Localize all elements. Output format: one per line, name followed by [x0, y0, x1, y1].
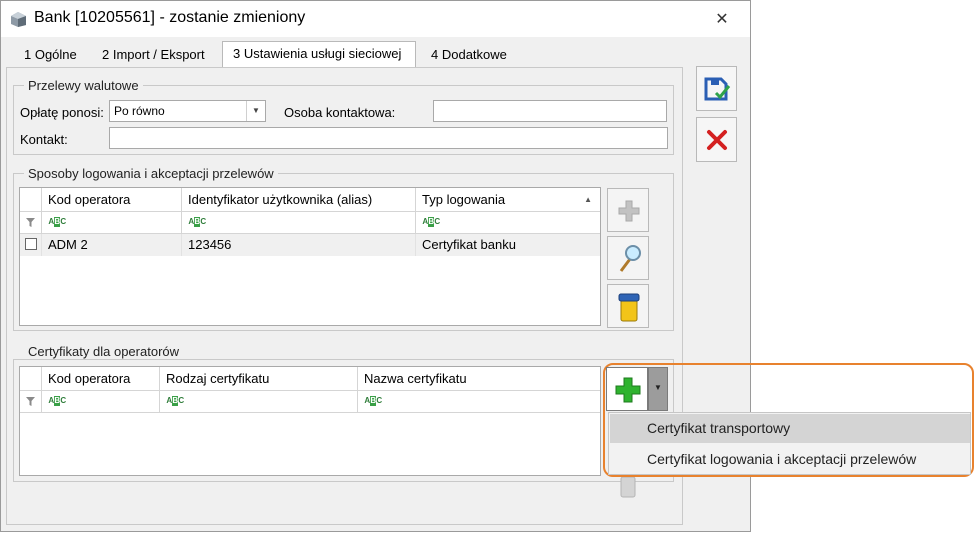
table-row-login-type[interactable]: Certyfikat banku: [416, 234, 600, 256]
abc-filter-icon: ABC: [422, 217, 440, 227]
abc-filter-icon: ABC: [364, 396, 382, 406]
abc-filter-icon: ABC: [48, 396, 66, 406]
login-methods-title: Sposoby logowania i akceptacji przelewów: [24, 166, 278, 181]
close-red-x-icon: [707, 130, 727, 150]
contact-label: Kontakt:: [20, 132, 68, 147]
cancel-button[interactable]: [696, 117, 737, 162]
table-row-checkbox-cell: [20, 234, 42, 256]
window-title: Bank [10205561] - zostanie zmieniony: [34, 9, 306, 26]
magnifier-icon: [619, 245, 641, 272]
currency-transfers-title: Przelewy walutowe: [24, 78, 143, 93]
chevron-down-icon[interactable]: ▼: [246, 101, 265, 121]
filter-cert-name[interactable]: ABC: [358, 391, 600, 413]
filter-operator-code[interactable]: ABC: [42, 212, 182, 234]
abc-filter-icon: ABC: [48, 217, 66, 227]
fee-select-value: Po równo: [114, 104, 165, 118]
contact-person-label: Osoba kontaktowa:: [284, 105, 396, 120]
title-bar: Bank [10205561] - zostanie zmieniony ✕: [1, 1, 750, 37]
plus-icon: [618, 200, 640, 222]
filter-cert-type[interactable]: ABC: [160, 391, 358, 413]
certificate-type-menu: Certyfikat transportowy Certyfikat logow…: [608, 412, 971, 475]
table-row-user-alias[interactable]: 123456: [182, 234, 416, 256]
fee-select[interactable]: Po równo ▼: [109, 100, 266, 122]
view-login-button[interactable]: [607, 236, 649, 280]
column-header-login-type[interactable]: Typ logowania ▲: [416, 188, 600, 212]
tab-import-export[interactable]: 2 Import / Eksport: [92, 43, 215, 67]
trash-bin-icon: [618, 293, 640, 322]
sort-asc-icon: ▲: [584, 195, 592, 204]
tab-web-service-settings[interactable]: 3 Ustawienia usługi sieciowej: [222, 41, 416, 68]
delete-login-button[interactable]: [607, 284, 649, 328]
filter-funnel-icon[interactable]: [20, 391, 42, 413]
abc-filter-icon: ABC: [166, 396, 184, 406]
filter-cert-operator-code[interactable]: ABC: [42, 391, 160, 413]
abc-filter-icon: ABC: [188, 217, 206, 227]
contact-person-input[interactable]: [433, 100, 667, 122]
column-header-cert-operator-code[interactable]: Kod operatora: [42, 367, 160, 391]
filter-login-type[interactable]: ABC: [416, 212, 600, 234]
login-methods-grid: Kod operatora Identyfikator użytkownika …: [19, 187, 601, 326]
row-checkbox[interactable]: [25, 238, 37, 250]
column-header-user-alias[interactable]: Identyfikator użytkownika (alias): [182, 188, 416, 212]
tab-additional[interactable]: 4 Dodatkowe: [421, 43, 517, 67]
certificates-grid: Kod operatora Rodzaj certyfikatu Nazwa c…: [19, 366, 601, 476]
filter-funnel-icon[interactable]: [20, 212, 42, 234]
menu-item-login-acceptance-certificate[interactable]: Certyfikat logowania i akceptacji przele…: [610, 445, 970, 474]
certificates-title: Certyfikaty dla operatorów: [24, 344, 184, 359]
grid-corner: [20, 367, 42, 391]
menu-item-transport-certificate[interactable]: Certyfikat transportowy: [610, 414, 970, 443]
fee-label: Opłatę ponosi:: [20, 105, 104, 120]
filter-user-alias[interactable]: ABC: [182, 212, 416, 234]
column-header-cert-type[interactable]: Rodzaj certyfikatu: [160, 367, 358, 391]
save-button[interactable]: [696, 66, 737, 111]
column-header-operator-code[interactable]: Kod operatora: [42, 188, 182, 212]
grid-corner: [20, 188, 42, 212]
add-certificate-button[interactable]: [606, 367, 648, 411]
contact-input[interactable]: [109, 127, 668, 149]
add-certificate-dropdown-toggle[interactable]: ▼: [648, 367, 668, 411]
save-disk-icon: [704, 77, 731, 101]
plus-green-icon: [615, 377, 641, 403]
column-header-cert-name[interactable]: Nazwa certyfikatu: [358, 367, 600, 391]
bank-app-icon: [11, 12, 26, 27]
add-login-button[interactable]: [607, 188, 649, 232]
chevron-down-icon: ▼: [654, 383, 662, 392]
close-button[interactable]: ✕: [712, 9, 732, 29]
table-row-operator-code[interactable]: ADM 2: [42, 234, 182, 256]
column-header-login-type-label: Typ logowania: [422, 192, 506, 207]
tab-general[interactable]: 1 Ogólne: [14, 43, 87, 67]
